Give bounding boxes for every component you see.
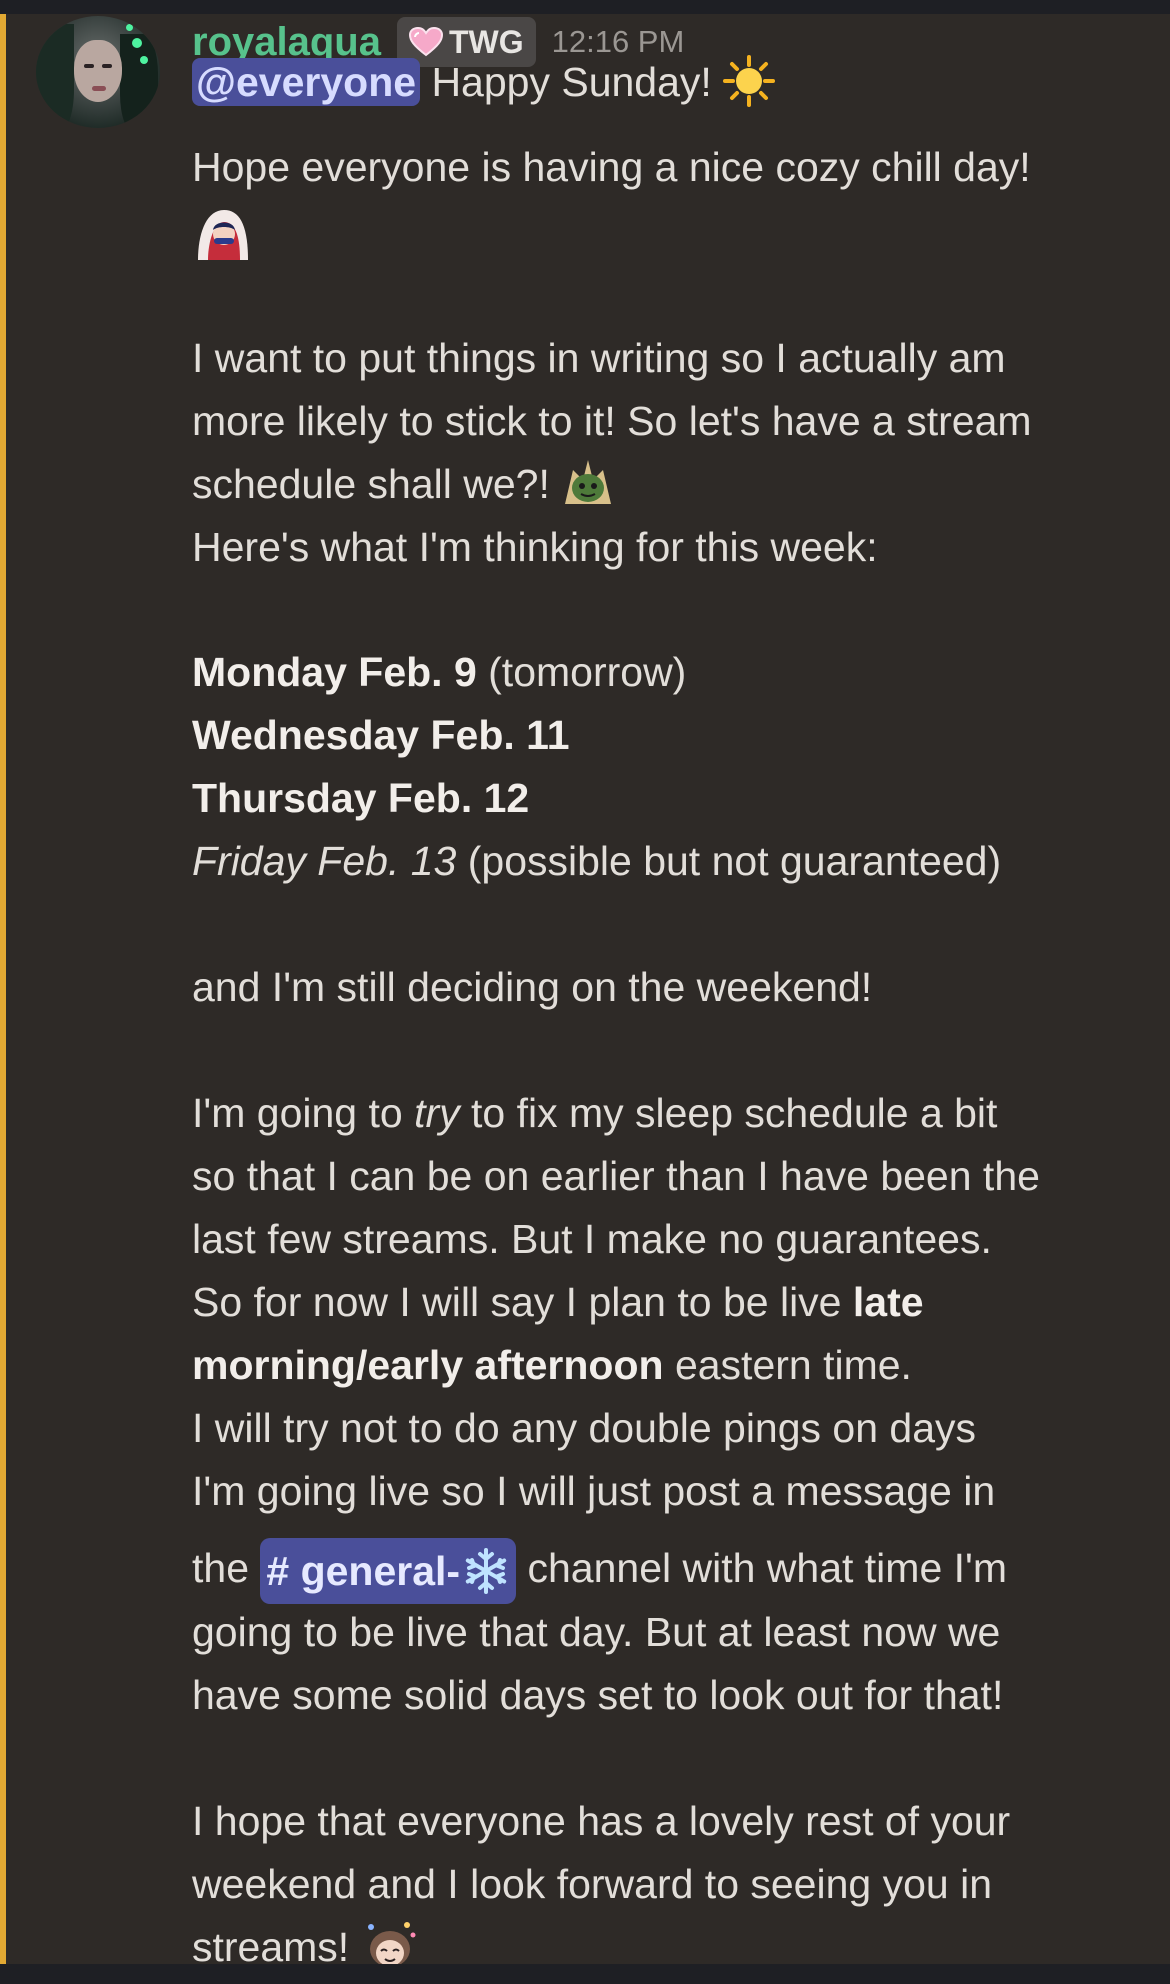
role-tag-label: TWG [448,23,524,60]
avatar[interactable] [36,16,160,128]
message-line: Monday Feb. 9 (tomorrow) [192,648,686,696]
text-segment: to fix my sleep schedule a bit [459,1090,998,1136]
heart-role-icon [408,27,443,57]
message-line: Friday Feb. 13 (possible but not guarant… [192,837,1001,885]
discord-message-view: royalaqua TWG 12:16 PM @everyone Happy S… [0,0,1170,1984]
snowflake-icon [465,1548,507,1594]
bold-segment: Wednesday Feb. 11 [192,712,570,758]
text-segment: (possible but not guaranteed) [456,838,1002,884]
text-segment: So for now I will say I plan to be live [192,1279,853,1325]
message-line: going to be live that day. But at least … [192,1609,1001,1655]
text-segment: the [192,1544,261,1591]
message-line: So for now I will say I plan to be live … [192,1278,924,1326]
goblin-emoji [565,460,612,505]
message-line: I hope that everyone has a lovely rest o… [192,1798,1011,1844]
message-line: I will try not to do any double pings on… [192,1405,977,1451]
text-segment: Happy Sunday! [420,59,724,105]
message-line: and I'm still deciding on the weekend! [192,964,873,1010]
message-line: last few streams. But I make no guarante… [192,1216,992,1262]
bold-segment: Monday Feb. 9 [192,649,477,695]
italic-segment: Friday Feb. 13 [192,838,457,884]
text-segment: eastern time. [663,1342,912,1388]
channel-mention-general[interactable]: # general- [260,1538,517,1604]
bold-segment: morning/early afternoon [192,1342,664,1388]
message-line: Wednesday Feb. 11 [192,711,570,759]
message-line: morning/early afternoon eastern time. [192,1341,912,1389]
message-line: @everyone Happy Sunday! [192,55,776,108]
sun-emoji [723,55,776,108]
message-line: Hope everyone is having a nice cozy chil… [192,144,1031,190]
mention-highlight-stripe [0,14,6,1964]
bold-segment: late [852,1279,924,1325]
bold-segment: Thursday Feb. 12 [192,775,530,821]
text-segment: I'm going to [192,1090,415,1136]
italic-segment: try [414,1090,460,1136]
message-line: more likely to stick to it! So let's hav… [192,398,1032,444]
bottom-bar [0,1964,1170,1984]
message-line: the # general- channel with what time I'… [192,1538,1008,1604]
message-line: have some solid days set to look out for… [192,1672,1004,1718]
message-line: Here's what I'm thinking for this week: [192,524,878,570]
message-line: I'm going live so I will just post a mes… [192,1468,996,1514]
message-line: weekend and I look forward to seeing you… [192,1861,993,1907]
channel-mention-label: # general- [266,1548,461,1594]
message-line: I want to put things in writing so I act… [192,335,1006,381]
text-segment: (tomorrow) [476,649,687,695]
hooded-character-emoji [198,210,248,260]
top-bar [0,0,1170,14]
everyone-mention[interactable]: @everyone [192,58,421,106]
message-line: I'm going to try to fix my sleep schedul… [192,1089,997,1137]
timestamp[interactable]: 12:16 PM [552,24,685,60]
message-line: so that I can be on earlier than I have … [192,1153,1040,1199]
text-segment: schedule shall we?! [192,461,562,507]
text-segment: channel with what time I'm [516,1544,1008,1591]
message-line: schedule shall we?! [192,460,615,508]
message-line: Thursday Feb. 12 [192,774,529,822]
